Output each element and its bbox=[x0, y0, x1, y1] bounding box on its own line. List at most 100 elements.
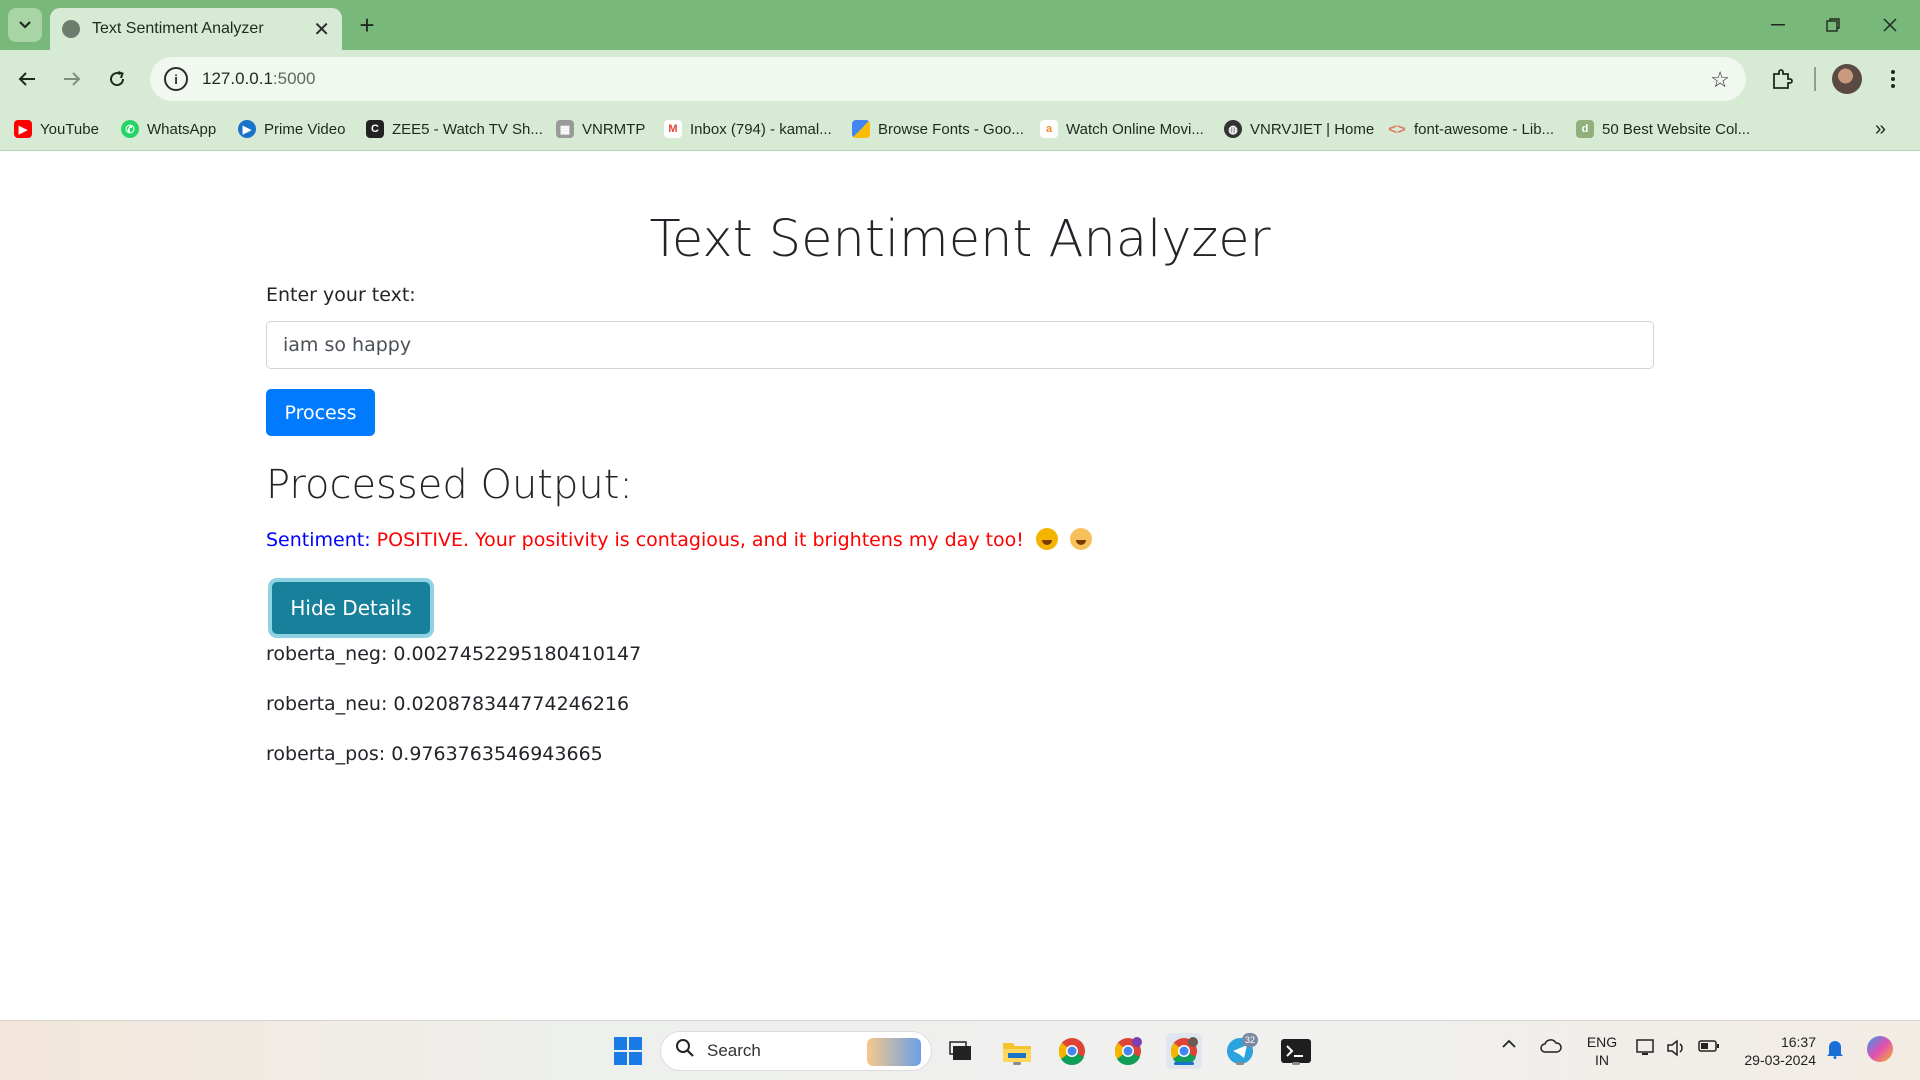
more-vert-icon bbox=[1891, 70, 1895, 88]
chevron-up-icon bbox=[1502, 1039, 1516, 1048]
chrome-icon bbox=[1170, 1037, 1198, 1065]
system-clock[interactable]: 16:37 29-03-2024 bbox=[1736, 1033, 1816, 1069]
network-button[interactable] bbox=[1636, 1039, 1656, 1057]
google-fonts-icon bbox=[852, 120, 870, 138]
bookmark-prime-video[interactable]: ▶ Prime Video bbox=[238, 116, 345, 142]
search-icon bbox=[675, 1038, 695, 1064]
toolbar-divider bbox=[1814, 67, 1816, 91]
puzzle-icon bbox=[1773, 69, 1793, 89]
sentiment-result: Sentiment: POSITIVE. Your positivity is … bbox=[266, 528, 1093, 551]
bookmark-label: Inbox (794) - kamal... bbox=[690, 120, 832, 138]
zee5-icon: C bbox=[366, 120, 384, 138]
notifications-button[interactable] bbox=[1826, 1039, 1844, 1059]
bookmark-zee5[interactable]: C ZEE5 - Watch TV Sh... bbox=[366, 116, 543, 142]
whatsapp-icon: ✆ bbox=[121, 120, 139, 138]
text-input[interactable] bbox=[266, 321, 1654, 369]
telegram-unread-badge: 32 bbox=[1242, 1033, 1258, 1047]
speaker-icon bbox=[1667, 1039, 1683, 1057]
hugging-emoji-icon bbox=[1070, 528, 1093, 550]
search-highlight-illustration bbox=[867, 1038, 921, 1066]
restore-button[interactable] bbox=[1813, 10, 1853, 40]
windows-logo-quad bbox=[629, 1037, 642, 1050]
bookmark-whatsapp[interactable]: ✆ WhatsApp bbox=[121, 116, 216, 142]
back-button[interactable] bbox=[10, 62, 44, 96]
onedrive-button[interactable] bbox=[1540, 1039, 1562, 1053]
profile-avatar[interactable] bbox=[1832, 64, 1862, 94]
bookmarks-bar: ▶ YouTube ✆ WhatsApp ▶ Prime Video C ZEE… bbox=[0, 108, 1920, 151]
task-view-button[interactable] bbox=[943, 1033, 979, 1069]
bookmark-gmail-inbox[interactable]: M Inbox (794) - kamal... bbox=[664, 116, 832, 142]
browser-tab-active[interactable]: Text Sentiment Analyzer ✕ bbox=[50, 8, 342, 50]
detail-roberta-neg: roberta_neg: 0.0027452295180410147 bbox=[266, 643, 642, 665]
start-button[interactable] bbox=[610, 1033, 646, 1069]
bookmark-watch-movies[interactable]: a Watch Online Movi... bbox=[1040, 116, 1204, 142]
battery-button[interactable] bbox=[1698, 1039, 1720, 1053]
site-info-icon[interactable]: i bbox=[164, 67, 188, 91]
forward-button[interactable] bbox=[55, 62, 89, 96]
bookmark-star-icon[interactable]: ☆ bbox=[1710, 67, 1730, 93]
taskbar-chrome-profile-2[interactable] bbox=[1110, 1033, 1146, 1069]
taskbar-chrome[interactable] bbox=[1054, 1033, 1090, 1069]
browser-toolbar: i 127.0.0.1:5000 ☆ bbox=[0, 50, 1920, 108]
running-indicator bbox=[1013, 1062, 1021, 1065]
close-icon bbox=[1883, 18, 1897, 32]
browser-tab-strip: Text Sentiment Analyzer ✕ + bbox=[0, 0, 1920, 50]
input-language-indicator[interactable]: ENG IN bbox=[1584, 1033, 1620, 1069]
hide-details-button[interactable]: Hide Details bbox=[272, 582, 430, 634]
volume-button[interactable] bbox=[1666, 1039, 1686, 1057]
taskbar-terminal[interactable] bbox=[1278, 1033, 1314, 1069]
bookmarks-overflow-icon[interactable]: » bbox=[1875, 118, 1886, 141]
bookmark-vnrvjiet[interactable]: ◍ VNRVJIET | Home bbox=[1224, 116, 1374, 142]
chevron-down-icon bbox=[19, 21, 31, 29]
text-input-label: Enter your text: bbox=[266, 284, 416, 306]
output-heading: Processed Output: bbox=[266, 462, 633, 508]
process-button[interactable]: Process bbox=[266, 389, 375, 436]
page-title: Text Sentiment Analyzer bbox=[649, 210, 1271, 269]
cloud-icon bbox=[1540, 1039, 1562, 1053]
chrome-icon bbox=[1114, 1037, 1142, 1065]
taskbar-chrome-active[interactable] bbox=[1166, 1033, 1202, 1069]
tab-search-button[interactable] bbox=[8, 8, 42, 42]
taskbar-search-placeholder: Search bbox=[707, 1041, 761, 1060]
extensions-button[interactable] bbox=[1765, 62, 1799, 96]
address-bar[interactable]: i 127.0.0.1:5000 ☆ bbox=[150, 57, 1746, 101]
arrow-right-icon bbox=[64, 72, 81, 86]
new-tab-button[interactable]: + bbox=[352, 10, 382, 40]
youtube-icon: ▶ bbox=[14, 120, 32, 138]
taskbar-telegram[interactable]: 32 bbox=[1222, 1033, 1258, 1069]
bookmark-label: YouTube bbox=[40, 120, 99, 138]
tab-close-icon[interactable]: ✕ bbox=[313, 17, 330, 42]
gmail-icon: M bbox=[664, 120, 682, 138]
bookmark-google-fonts[interactable]: Browse Fonts - Goo... bbox=[852, 116, 1024, 142]
grinning-emoji-icon bbox=[1035, 528, 1058, 550]
active-indicator bbox=[1174, 1062, 1194, 1065]
bookmark-label: WhatsApp bbox=[147, 120, 217, 138]
bell-icon bbox=[1827, 1041, 1843, 1059]
reload-icon bbox=[110, 71, 125, 87]
taskbar-file-explorer[interactable] bbox=[999, 1033, 1035, 1069]
copilot-icon bbox=[1867, 1036, 1893, 1062]
bookmark-label: Browse Fonts - Goo... bbox=[878, 120, 1024, 138]
clock-date: 29-03-2024 bbox=[1744, 1052, 1816, 1068]
copilot-button[interactable] bbox=[1864, 1033, 1896, 1065]
bookmark-youtube[interactable]: ▶ YouTube bbox=[14, 116, 99, 142]
page-content: Text Sentiment Analyzer Enter your text:… bbox=[0, 152, 1920, 1020]
clock-time: 16:37 bbox=[1780, 1034, 1816, 1050]
bookmark-vnrmtp[interactable]: ▦ VNRMTP bbox=[556, 116, 645, 142]
taskbar-search[interactable]: Search bbox=[660, 1031, 932, 1071]
reload-button[interactable] bbox=[100, 62, 134, 96]
close-window-button[interactable] bbox=[1870, 10, 1910, 40]
minimize-button[interactable] bbox=[1758, 10, 1798, 40]
folder-icon bbox=[1003, 1043, 1031, 1062]
windows-logo-icon bbox=[614, 1037, 627, 1050]
bookmark-website-colors[interactable]: d 50 Best Website Col... bbox=[1576, 116, 1750, 142]
bookmark-font-awesome[interactable]: <> font-awesome - Lib... bbox=[1388, 116, 1554, 142]
running-indicator bbox=[1236, 1062, 1244, 1065]
globe-icon bbox=[62, 20, 80, 38]
task-view-icon bbox=[949, 1041, 971, 1060]
browser-menu-button[interactable] bbox=[1876, 62, 1910, 96]
show-hidden-icons-button[interactable] bbox=[1502, 1039, 1516, 1048]
terminal-icon bbox=[1281, 1039, 1311, 1063]
bookmark-label: Watch Online Movi... bbox=[1066, 120, 1204, 138]
bookmark-label: VNRMTP bbox=[582, 120, 646, 138]
